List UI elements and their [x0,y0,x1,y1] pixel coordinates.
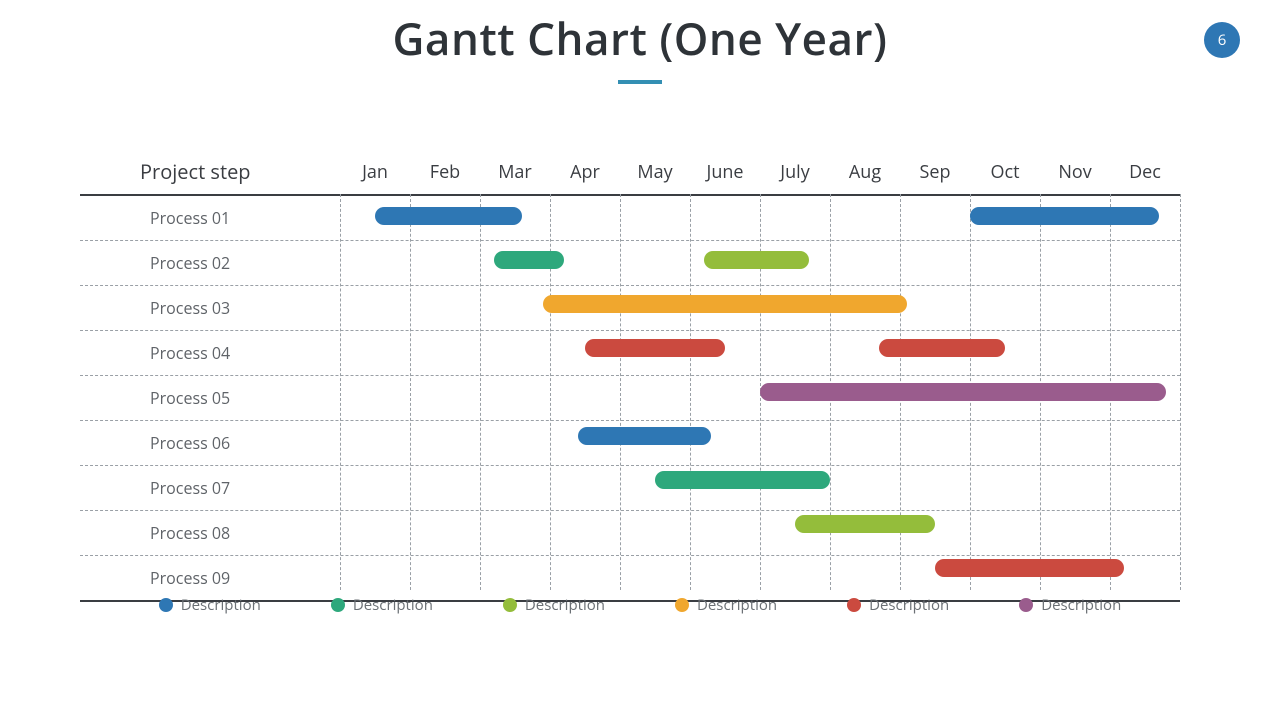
chart-row: Process 03 [80,286,1180,331]
row-label: Process 03 [150,297,230,319]
row-label: Process 09 [150,567,230,589]
page-number-badge: 6 [1204,22,1240,58]
chart-row: Process 05 [80,376,1180,421]
row-label: Process 07 [150,477,230,499]
legend-swatch [159,598,173,612]
legend-swatch [1019,598,1033,612]
month-label: Feb [430,160,460,184]
month-label: Dec [1129,160,1161,184]
legend-item: Description [847,595,949,615]
row-label: Process 01 [150,207,230,229]
legend-label: Description [697,595,777,615]
month-label: Oct [990,160,1019,184]
legend-item: Description [159,595,261,615]
legend-item: Description [503,595,605,615]
chart-row: Process 06 [80,421,1180,466]
slide-title: Gantt Chart (One Year) [0,8,1280,68]
row-label: Process 05 [150,387,230,409]
month-label: May [637,160,672,184]
legend: Description Description Description Descrip… [0,595,1280,615]
row-label: Process 04 [150,342,230,364]
chart-grid: Process 01 Process 02 Process 03 Process 04… [80,194,1180,602]
slide: Gantt Chart (One Year) 6 Project step Ja… [0,0,1280,720]
chart-row: Process 08 [80,511,1180,556]
legend-item: Description [1019,595,1121,615]
chart-row: Process 02 [80,241,1180,286]
month-label: Nov [1058,160,1091,184]
month-label: Jan [362,160,388,184]
month-label: Aug [849,160,881,184]
legend-label: Description [869,595,949,615]
month-label: July [780,160,809,184]
legend-label: Description [353,595,433,615]
legend-item: Description [331,595,433,615]
row-label: Process 02 [150,252,230,274]
project-step-header: Project step [140,158,251,185]
month-label: Mar [498,160,532,184]
legend-swatch [675,598,689,612]
chart-row: Process 07 [80,466,1180,511]
chart-row: Process 09 [80,556,1180,600]
month-label: June [706,160,743,184]
legend-item: Description [675,595,777,615]
legend-swatch [331,598,345,612]
month-label: Apr [570,160,600,184]
row-label: Process 08 [150,522,230,544]
chart-row: Process 04 [80,331,1180,376]
row-label: Process 06 [150,432,230,454]
legend-swatch [847,598,861,612]
legend-swatch [503,598,517,612]
vertical-grid-line [1180,194,1181,590]
title-underline [618,80,662,84]
month-axis: Jan Feb Mar Apr May June July Aug Sep Oct Nov Dec [340,160,1180,186]
legend-label: Description [1041,595,1121,615]
legend-label: Description [525,595,605,615]
legend-label: Description [181,595,261,615]
chart-row: Process 01 [80,196,1180,241]
month-label: Sep [920,160,951,184]
